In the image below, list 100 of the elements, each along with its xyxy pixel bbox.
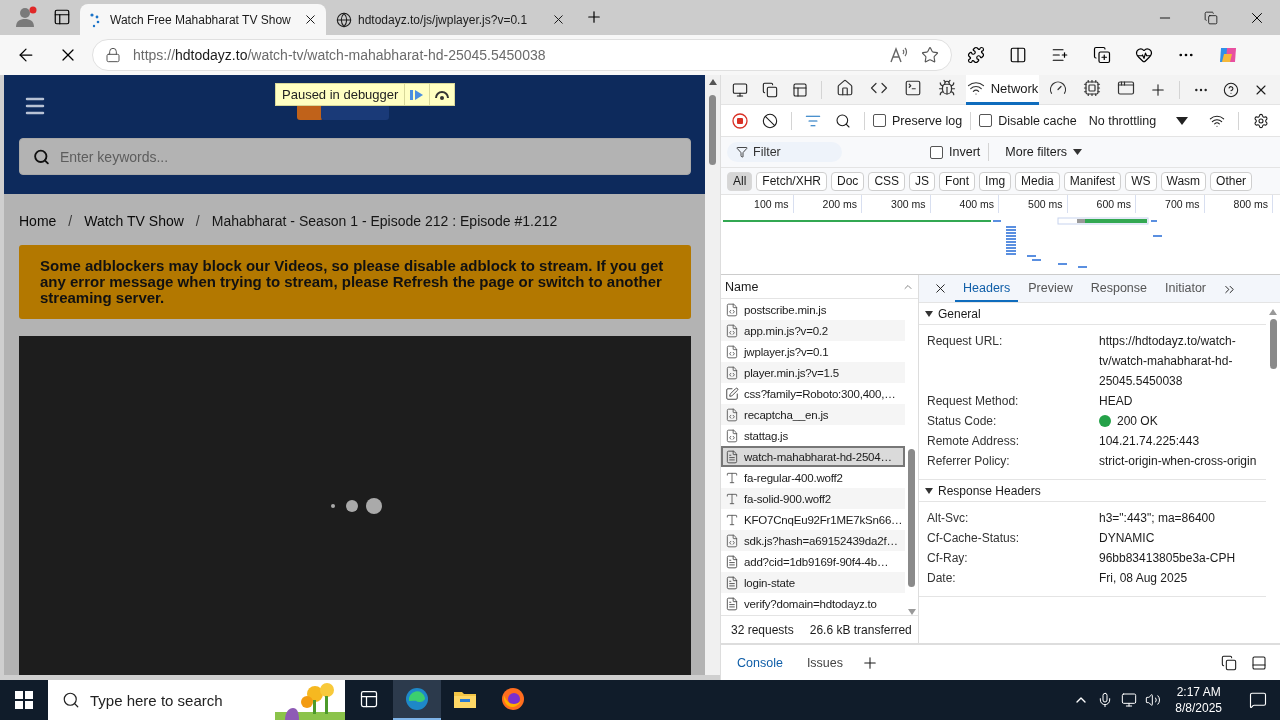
type-filter-chip[interactable]: Fetch/XHR bbox=[756, 171, 828, 191]
close-icon[interactable] bbox=[551, 12, 566, 27]
script-icon bbox=[725, 323, 739, 338]
windows-icon bbox=[15, 691, 33, 709]
browser-tab[interactable]: hdtodayz.to/js/jwplayer.js?v=0.1 bbox=[328, 4, 574, 35]
type-filter-chip[interactable]: JS bbox=[909, 171, 936, 191]
browser-tab[interactable]: Watch Free Mahabharat TV Show bbox=[80, 4, 326, 35]
undock-icon[interactable] bbox=[1221, 654, 1237, 671]
detail-tab[interactable]: Headers bbox=[955, 276, 1019, 302]
type-filter-chip[interactable]: Doc bbox=[831, 171, 865, 191]
network-icon[interactable] bbox=[1121, 692, 1138, 708]
type-filter-chip[interactable]: CSS bbox=[868, 171, 906, 191]
disable-cache-checkbox[interactable]: Disable cache bbox=[979, 113, 1077, 128]
throttling-dropdown[interactable]: No throttling bbox=[1088, 113, 1189, 128]
header-name: Date: bbox=[927, 570, 957, 587]
tab-actions-icon[interactable] bbox=[53, 8, 71, 26]
scroll-up-icon[interactable] bbox=[708, 79, 717, 85]
type-filter-chip[interactable]: WS bbox=[1125, 171, 1157, 191]
type-filter-chip[interactable]: Img bbox=[979, 171, 1012, 191]
request-row[interactable]: player.min.js?v=1.5 bbox=[721, 362, 905, 383]
type-filter-chip[interactable]: Wasm bbox=[1160, 171, 1207, 191]
section-header[interactable]: Response Headers bbox=[919, 480, 1266, 502]
type-filter-chip[interactable]: Manifest bbox=[1063, 171, 1122, 191]
scrollbar[interactable] bbox=[705, 75, 720, 675]
drawer-icon[interactable] bbox=[1251, 654, 1267, 671]
type-filter-chip[interactable]: Font bbox=[939, 171, 976, 191]
breadcrumb-current: Mahabharat - Season 1 - Episode 212 : Episode #1.212 bbox=[211, 213, 558, 229]
favorite-icon[interactable] bbox=[921, 46, 939, 64]
name-column-header[interactable]: Name bbox=[725, 279, 759, 294]
panel-tab[interactable]: Network bbox=[965, 74, 1040, 105]
inspect-icon[interactable] bbox=[732, 81, 748, 98]
filter-icon bbox=[736, 146, 748, 158]
scrollbar-thumb[interactable] bbox=[908, 449, 915, 587]
taskbar-app-button[interactable] bbox=[393, 680, 441, 720]
breadcrumb-link[interactable]: Watch TV Show bbox=[84, 213, 184, 229]
dropdown-icon bbox=[1176, 116, 1189, 125]
volume-icon[interactable] bbox=[1145, 692, 1162, 708]
breadcrumb-link[interactable]: Home bbox=[19, 213, 57, 229]
collections-icon[interactable] bbox=[1093, 46, 1111, 64]
request-row[interactable]: recaptcha__en.js bbox=[721, 404, 905, 425]
time-tick: 700 ms bbox=[1136, 195, 1205, 213]
preserve-log-checkbox[interactable]: Preserve log bbox=[873, 113, 963, 128]
detail-tab[interactable]: Preview bbox=[1020, 276, 1081, 302]
close-icon[interactable] bbox=[303, 12, 318, 27]
status-dot-icon bbox=[1099, 415, 1111, 427]
document-icon bbox=[725, 449, 739, 464]
scrollbar-thumb[interactable] bbox=[1269, 319, 1277, 369]
search-icon[interactable] bbox=[835, 112, 851, 129]
script-icon bbox=[725, 365, 739, 380]
header-name: Status Code: bbox=[927, 413, 998, 430]
request-row[interactable]: fa-solid-900.woff2 bbox=[721, 488, 905, 509]
type-filter-chip[interactable]: Other bbox=[1210, 171, 1253, 191]
header-name: Request Method: bbox=[927, 393, 1020, 410]
time-tick: 200 ms bbox=[793, 195, 862, 213]
clear-icon[interactable] bbox=[762, 112, 778, 129]
request-row[interactable]: sdk.js?hash=a69152439da2f… bbox=[721, 530, 905, 551]
search-field[interactable]: Enter keywords... bbox=[19, 138, 691, 175]
notifications-icon[interactable] bbox=[1249, 691, 1267, 709]
lock-icon bbox=[105, 47, 121, 63]
scroll-down-icon[interactable] bbox=[907, 609, 916, 615]
scroll-up-icon[interactable] bbox=[1269, 309, 1277, 315]
request-row[interactable]: watch-mahabharat-hd-2504… bbox=[721, 446, 905, 467]
clock[interactable]: 2:17 AM 8/8/2025 bbox=[1169, 684, 1228, 716]
more-filters-dropdown[interactable]: More filters bbox=[1005, 145, 1083, 159]
request-row[interactable]: login-state bbox=[721, 572, 905, 593]
invert-checkbox[interactable]: Invert bbox=[930, 145, 981, 159]
firefox-icon bbox=[501, 687, 525, 711]
filter-field[interactable]: Filter bbox=[727, 142, 842, 162]
help-icon[interactable] bbox=[1223, 81, 1239, 98]
header-value: Fri, 08 Aug 2025 bbox=[1099, 570, 1189, 587]
header-value: https://hdtodayz.to/watch-tv/watch-mahabharat-hd-25045.5450038 bbox=[1099, 333, 1237, 390]
detail-tab[interactable]: Initiator bbox=[1157, 276, 1214, 302]
request-row[interactable]: app.min.js?v=0.2 bbox=[721, 320, 905, 341]
drawer-tab[interactable]: Issues bbox=[796, 645, 853, 680]
header-value: 200 OK bbox=[1099, 411, 1257, 431]
new-tab-icon[interactable] bbox=[585, 8, 603, 26]
favorites-icon[interactable] bbox=[1051, 46, 1069, 64]
read-aloud-icon[interactable] bbox=[889, 46, 909, 64]
scrollbar-thumb[interactable] bbox=[709, 95, 716, 165]
dock-icon[interactable] bbox=[792, 81, 808, 98]
taskbar-search-field[interactable]: Type here to search bbox=[48, 680, 255, 720]
extensions-icon[interactable] bbox=[967, 46, 985, 64]
header-name: Cf-Cache-Status: bbox=[927, 530, 1021, 547]
type-filter-chip[interactable]: Media bbox=[1015, 171, 1060, 191]
tab-title: Watch Free Mahabharat TV Show bbox=[110, 12, 292, 27]
settings-icon[interactable] bbox=[1253, 112, 1269, 129]
address-bar[interactable]: https://hdtodayz.to/watch-tv/watch-mahabharat-hd-25045.5450038 bbox=[92, 39, 952, 71]
health-icon[interactable] bbox=[1135, 46, 1153, 64]
header-value: HEAD bbox=[1099, 393, 1134, 410]
time-tick: 500 ms bbox=[999, 195, 1068, 213]
section-header[interactable]: General bbox=[919, 303, 1266, 325]
header-value: DYNAMIC bbox=[1099, 530, 1156, 547]
detail-tab[interactable]: Response bbox=[1082, 276, 1155, 302]
type-filter-chip[interactable]: All bbox=[727, 171, 753, 191]
split-screen-icon[interactable] bbox=[1009, 46, 1027, 64]
bug-icon bbox=[937, 79, 956, 97]
dropdown-icon bbox=[1073, 149, 1083, 155]
breadcrumb-separator: / bbox=[195, 213, 200, 229]
device-icon[interactable] bbox=[762, 81, 778, 98]
restore-icon[interactable] bbox=[1204, 10, 1218, 25]
